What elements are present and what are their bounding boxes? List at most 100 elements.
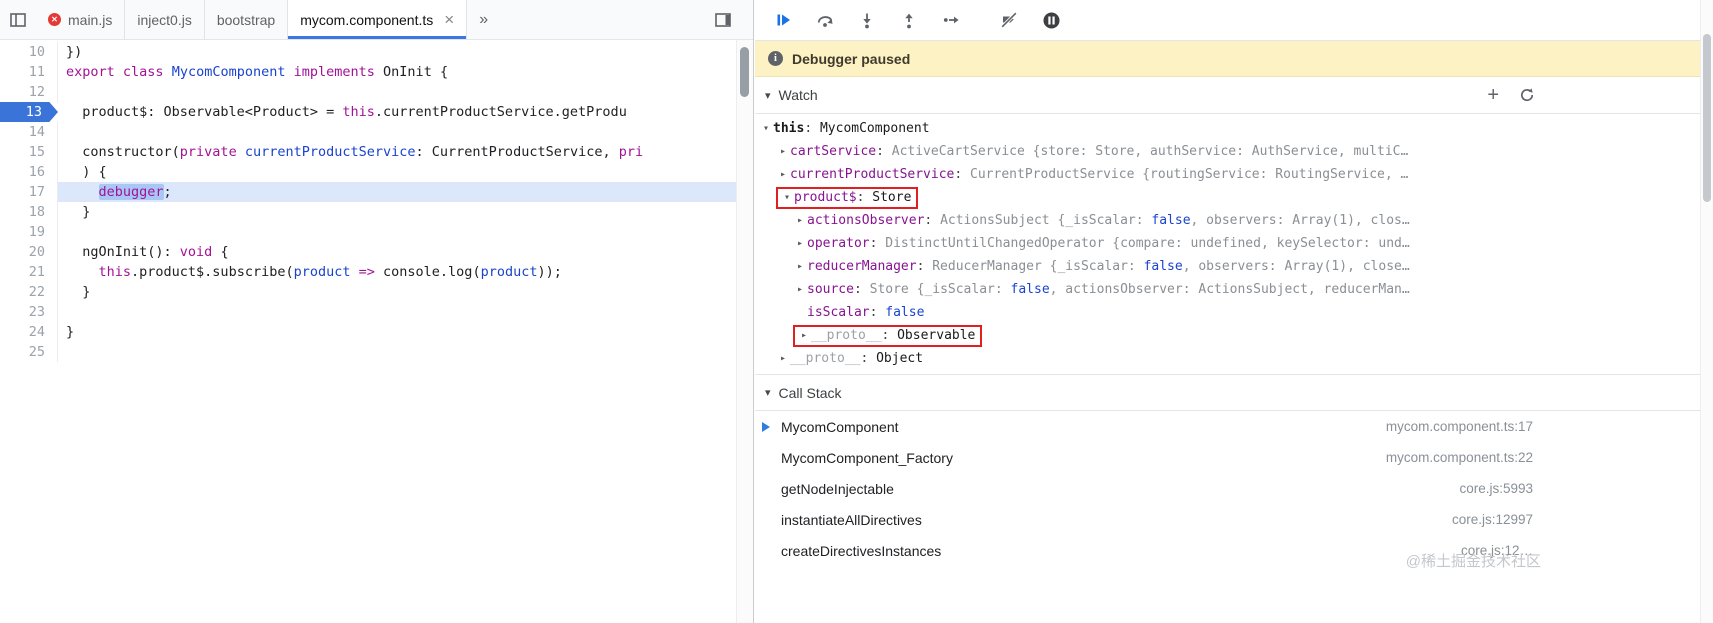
call-stack-frame[interactable]: MycomComponent_Factory mycom.component.ts…	[755, 442, 1545, 473]
chevron-right-icon[interactable]: ▸	[776, 169, 790, 180]
chevron-right-icon[interactable]: ▸	[793, 261, 807, 272]
code-text[interactable]: ) {	[58, 162, 736, 182]
line-number[interactable]: 17	[0, 182, 58, 202]
tab-bootstrap[interactable]: bootstrap	[205, 0, 289, 39]
code-text[interactable]	[58, 222, 736, 242]
deactivate-breakpoints-icon[interactable]	[999, 10, 1019, 30]
tab-mycom.component.ts[interactable]: mycom.component.ts ×	[288, 0, 468, 39]
code-text[interactable]	[58, 302, 736, 322]
watch-row[interactable]: ▾ this: MycomComponent	[755, 117, 1545, 140]
sidebar-scrollbar[interactable]	[1700, 0, 1713, 623]
watch-row[interactable]: ▸ currentProductService: CurrentProductSe…	[755, 163, 1545, 186]
editor-scrollbar-thumb[interactable]	[740, 47, 749, 97]
line-number[interactable]: 22	[0, 282, 58, 302]
property-name: source	[807, 282, 854, 297]
chevron-right-icon[interactable]: ▸	[793, 215, 807, 226]
execution-line[interactable]: debugger;	[58, 182, 736, 202]
code-line: 15 constructor(private currentProductSer…	[0, 142, 736, 162]
code-text[interactable]: }	[58, 282, 736, 302]
breakpoint-line-number[interactable]: 13	[0, 102, 58, 122]
chevron-down-icon: ▾	[765, 89, 771, 102]
sidebar-scrollbar-thumb[interactable]	[1703, 34, 1711, 202]
chevron-right-icon[interactable]: ▸	[793, 238, 807, 249]
frame-location: mycom.component.ts:17	[1385, 419, 1533, 434]
add-watch-expression-icon[interactable]: +	[1487, 85, 1499, 105]
more-tabs-button[interactable]: »	[467, 0, 500, 39]
code-text[interactable]: this.product$.subscribe(product => conso…	[58, 262, 736, 282]
code-line: 17 debugger;	[0, 182, 736, 202]
code-line: 16 ) {	[0, 162, 736, 182]
step-into-icon[interactable]	[857, 10, 877, 30]
close-icon[interactable]: ×	[444, 11, 454, 28]
property-name: operator	[807, 236, 870, 251]
line-number[interactable]: 24	[0, 322, 58, 342]
call-stack-frame[interactable]: MycomComponent mycom.component.ts:17	[755, 411, 1545, 442]
line-number[interactable]: 18	[0, 202, 58, 222]
step-icon[interactable]	[941, 10, 961, 30]
code-line: 13 product$: Observable<Product> = this.…	[0, 102, 736, 122]
property-name: this	[773, 121, 805, 136]
watch-row[interactable]: ▾ product$: Store	[755, 186, 1545, 209]
code-text[interactable]: constructor(private currentProductServic…	[58, 142, 736, 162]
line-number[interactable]: 14	[0, 122, 58, 142]
watch-row[interactable]: ▸ source: Store {_isScalar: false, action…	[755, 278, 1545, 301]
chevron-right-icon[interactable]: ▸	[797, 330, 811, 341]
line-number[interactable]: 20	[0, 242, 58, 262]
call-stack-frame[interactable]: getNodeInjectable core.js:5993	[755, 473, 1545, 504]
call-stack-frame[interactable]: createDirectivesInstances core.js:12…	[755, 535, 1545, 566]
chevron-right-icon[interactable]: ▸	[793, 284, 807, 295]
chevron-down-icon[interactable]: ▾	[759, 123, 773, 134]
tab-inject0.js[interactable]: inject0.js	[125, 0, 205, 39]
code-text[interactable]	[58, 82, 736, 102]
code-text[interactable]	[58, 342, 736, 362]
frame-location: core.js:5993	[1459, 481, 1533, 496]
line-number[interactable]: 12	[0, 82, 58, 102]
line-number[interactable]: 11	[0, 62, 58, 82]
toggle-navigator-icon[interactable]	[0, 0, 36, 39]
watch-row[interactable]: ▸ operator: DistinctUntilChangedOperator …	[755, 232, 1545, 255]
chevron-right-icon[interactable]: ▸	[776, 146, 790, 157]
callstack-section-header[interactable]: ▾ Call Stack	[755, 374, 1713, 411]
step-over-icon[interactable]	[815, 10, 835, 30]
line-number[interactable]: 21	[0, 262, 58, 282]
code-text[interactable]: }	[58, 322, 736, 342]
line-number[interactable]: 23	[0, 302, 58, 322]
chevron-right-icon[interactable]: ▸	[776, 353, 790, 364]
refresh-watch-icon[interactable]	[1519, 87, 1535, 103]
watch-row[interactable]: ▸ __proto__: Object	[755, 347, 1545, 370]
code-text[interactable]: }	[58, 202, 736, 222]
watch-tree: ▾ this: MycomComponent ▸ cartService: Activ…	[755, 114, 1713, 374]
watch-entry: ▸ currentProductService: CurrentProductSe…	[776, 163, 1408, 186]
code-text[interactable]: product$: Observable<Product> = this.cur…	[58, 102, 736, 122]
navigator-panel-icon	[10, 12, 26, 27]
watch-row[interactable]: ▸ actionsObserver: ActionsSubject {_isSca…	[755, 209, 1545, 232]
pause-on-exceptions-icon[interactable]	[1041, 10, 1061, 30]
code-line: 21 this.product$.subscribe(product => co…	[0, 262, 736, 282]
code-text[interactable]	[58, 122, 736, 142]
current-frame-arrow-icon	[762, 421, 770, 432]
property-name: cartService	[790, 144, 877, 159]
watch-row[interactable]: ▸ cartService: ActiveCartService {store: …	[755, 140, 1545, 163]
code-text[interactable]: })	[58, 42, 736, 62]
step-out-icon[interactable]	[899, 10, 919, 30]
editor-scrollbar[interactable]	[736, 40, 753, 623]
tab-main.js[interactable]: ✕ main.js	[36, 0, 126, 39]
debugger-paused-bar: i Debugger paused	[755, 41, 1713, 77]
tab-label: mycom.component.ts	[300, 11, 434, 28]
watch-row[interactable]: isScalar: false	[755, 301, 1545, 324]
toggle-debugger-pane-icon[interactable]	[715, 0, 731, 40]
line-number[interactable]: 25	[0, 342, 58, 362]
line-number[interactable]: 10	[0, 42, 58, 62]
code-text[interactable]: export class MycomComponent implements O…	[58, 62, 736, 82]
watch-section-header[interactable]: ▾ Watch +	[755, 77, 1713, 114]
watch-row[interactable]: ▸ reducerManager: ReducerManager {_isScal…	[755, 255, 1545, 278]
chevron-down-icon[interactable]: ▾	[780, 192, 794, 203]
resume-icon[interactable]	[773, 10, 793, 30]
line-number[interactable]: 15	[0, 142, 58, 162]
call-stack-frame[interactable]: instantiateAllDirectives core.js:12997	[755, 504, 1545, 535]
code-text[interactable]: ngOnInit(): void {	[58, 242, 736, 262]
line-number[interactable]: 19	[0, 222, 58, 242]
code-area[interactable]: 10}) 11 export class MycomComponent implem…	[0, 40, 736, 623]
watch-row[interactable]: ▸ __proto__: Observable	[755, 324, 1545, 347]
line-number[interactable]: 16	[0, 162, 58, 182]
